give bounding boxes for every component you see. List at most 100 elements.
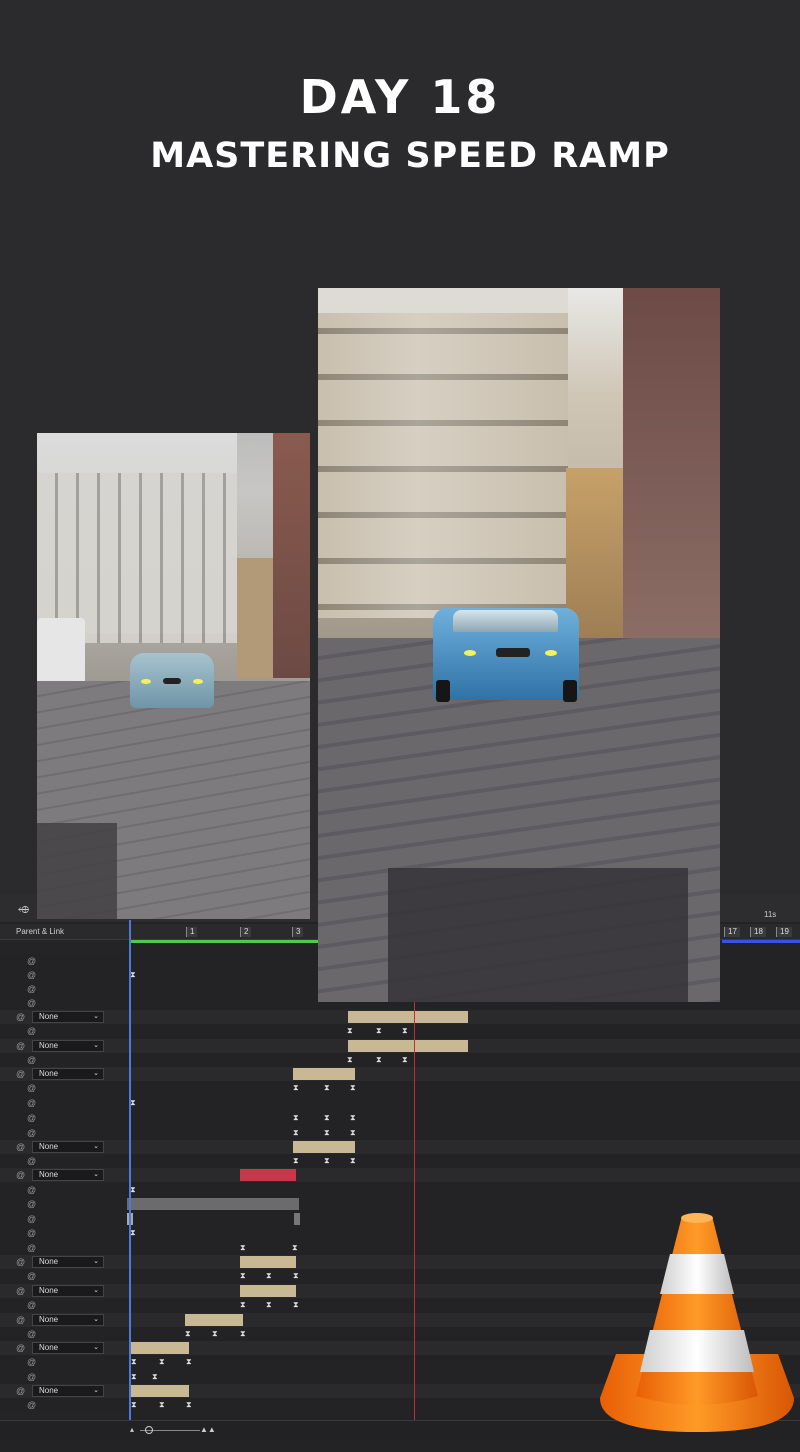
layer-clip-bar[interactable] — [240, 1285, 296, 1297]
layer-row[interactable]: @ None ⌄ — [0, 1168, 800, 1182]
keyframe-icon[interactable]: ⧗ — [186, 1398, 192, 1412]
keyframe-icon[interactable]: ⧗ — [347, 1053, 353, 1067]
pick-whip-icon[interactable]: @ — [27, 1197, 36, 1211]
layer-clip-bar[interactable] — [127, 1198, 299, 1210]
pick-whip-icon[interactable]: @ — [27, 1298, 36, 1312]
layer-row[interactable]: @ ⧗ ⧗ ⧗ — [0, 1053, 800, 1067]
keyframe-icon[interactable]: ⧗ — [350, 1154, 356, 1168]
pick-whip-icon[interactable]: @ — [27, 1398, 36, 1412]
layer-row[interactable]: @ ⧗ ⧗ ⧗ — [0, 1024, 800, 1038]
layer-clip-bar[interactable] — [348, 1040, 468, 1052]
marker-3[interactable]: 3 — [292, 927, 304, 937]
pick-whip-icon[interactable]: @ — [16, 1010, 25, 1024]
keyframe-icon[interactable]: ⧗ — [324, 1126, 330, 1140]
pick-whip-icon[interactable]: @ — [27, 968, 36, 982]
keyframe-icon[interactable]: ⧗ — [240, 1298, 246, 1312]
keyframe-icon[interactable]: ⧗ — [376, 1053, 382, 1067]
layer-clip-bar[interactable] — [185, 1314, 243, 1326]
layer-clip-bar[interactable] — [240, 1256, 296, 1268]
pick-whip-icon[interactable]: @ — [27, 954, 36, 968]
keyframe-icon[interactable]: ⧗ — [266, 1298, 272, 1312]
pick-whip-icon[interactable]: @ — [27, 1370, 36, 1384]
pick-whip-icon[interactable]: @ — [27, 1053, 36, 1067]
pick-whip-icon[interactable]: @ — [27, 1327, 36, 1341]
layer-clip-bar[interactable] — [348, 1011, 468, 1023]
parent-select[interactable]: None ⌄ — [32, 1256, 104, 1268]
pick-whip-icon[interactable]: @ — [16, 1039, 25, 1053]
keyframe-icon[interactable]: ⧗ — [350, 1126, 356, 1140]
keyframe-icon[interactable]: ⧗ — [324, 1154, 330, 1168]
keyframe-icon[interactable]: ⧗ — [293, 1298, 299, 1312]
pick-whip-icon[interactable]: @ — [27, 1024, 36, 1038]
keyframe-icon[interactable]: ⧗ — [240, 1269, 246, 1283]
pick-whip-icon[interactable]: @ — [16, 1255, 25, 1269]
keyframe-icon[interactable]: ⧗ — [324, 1111, 330, 1125]
pick-whip-icon[interactable]: @ — [27, 1355, 36, 1369]
marker-18[interactable]: 18 — [750, 927, 766, 937]
parent-select[interactable]: None ⌄ — [32, 1068, 104, 1080]
pick-whip-icon[interactable]: @ — [16, 1384, 25, 1398]
keyframe-icon[interactable]: ⧗ — [266, 1269, 272, 1283]
pick-whip-icon[interactable]: @ — [27, 1154, 36, 1168]
layer-row[interactable]: @ ⧗ — [0, 1096, 800, 1110]
keyframe-icon[interactable]: ⧗ — [131, 1398, 137, 1412]
keyframe-icon[interactable]: ⧗ — [212, 1327, 218, 1341]
keyframe-icon[interactable]: ⧗ — [402, 1024, 408, 1038]
pick-whip-icon[interactable]: @ — [27, 1096, 36, 1110]
keyframe-icon[interactable]: ⧗ — [347, 1024, 353, 1038]
marker-17[interactable]: 17 — [724, 927, 740, 937]
keyframe-icon[interactable]: ⧗ — [240, 1241, 246, 1255]
keyframe-icon[interactable]: ⧗ — [185, 1327, 191, 1341]
parent-select[interactable]: None ⌄ — [32, 1169, 104, 1181]
layer-row[interactable]: @ ⧗ ⧗ ⧗ — [0, 1154, 800, 1168]
pick-whip-icon[interactable]: @ — [27, 1183, 36, 1197]
keyframe-icon[interactable]: ⧗ — [240, 1327, 246, 1341]
layer-row[interactable]: @ ⧗ ⧗ ⧗ — [0, 1126, 800, 1140]
keyframe-icon[interactable]: ⧗ — [350, 1081, 356, 1095]
zoom-in-icon[interactable]: ▲▲ — [200, 1425, 216, 1434]
pick-whip-icon[interactable]: @ — [16, 1067, 25, 1081]
keyframe-icon[interactable]: ⧗ — [293, 1269, 299, 1283]
pick-whip-icon[interactable]: @ — [27, 1081, 36, 1095]
pick-whip-icon[interactable]: @ — [27, 1126, 36, 1140]
work-area-bar[interactable] — [130, 940, 320, 943]
keyframe-icon[interactable]: ⧗ — [292, 1241, 298, 1255]
layer-row[interactable]: @ ⧗ ⧗ ⧗ — [0, 1081, 800, 1095]
layer-row[interactable]: @ None ⌄ — [0, 1067, 800, 1081]
keyframe-icon[interactable]: ⧗ — [293, 1154, 299, 1168]
layer-clip-bar[interactable] — [293, 1141, 355, 1153]
pick-whip-icon[interactable]: @ — [16, 1341, 25, 1355]
parent-select[interactable]: None ⌄ — [32, 1285, 104, 1297]
marker-19[interactable]: 19 — [776, 927, 792, 937]
pick-whip-icon[interactable]: @ — [27, 1226, 36, 1240]
pick-whip-icon[interactable]: @ — [16, 1168, 25, 1182]
layer-row[interactable]: @ None ⌄ — [0, 1010, 800, 1024]
parent-select[interactable]: None ⌄ — [32, 1011, 104, 1023]
marker-2[interactable]: 2 — [240, 927, 252, 937]
parent-select[interactable]: None ⌄ — [32, 1314, 104, 1326]
layer-clip-bar[interactable] — [240, 1169, 296, 1181]
keyframe-icon[interactable]: ⧗ — [159, 1355, 165, 1369]
pick-whip-icon[interactable]: @ — [27, 1111, 36, 1125]
keyframe-icon[interactable]: ⧗ — [293, 1111, 299, 1125]
keyframe-icon[interactable]: ⧗ — [186, 1355, 192, 1369]
pick-whip-icon[interactable]: @ — [27, 1269, 36, 1283]
layer-row[interactable]: @ ⧗ — [0, 1183, 800, 1197]
playhead-line[interactable] — [129, 920, 131, 1420]
parent-select[interactable]: None ⌄ — [32, 1040, 104, 1052]
zoom-slider-handle[interactable] — [145, 1426, 153, 1434]
parent-select[interactable]: None ⌄ — [32, 1342, 104, 1354]
pick-whip-icon[interactable]: @ — [27, 996, 36, 1010]
keyframe-icon[interactable]: ⧗ — [324, 1081, 330, 1095]
work-area-end-bar[interactable] — [722, 940, 800, 943]
keyframe-icon[interactable]: ⧗ — [350, 1111, 356, 1125]
parent-select[interactable]: None ⌄ — [32, 1385, 104, 1397]
keyframe-icon[interactable]: ⧗ — [131, 1355, 137, 1369]
pick-whip-icon[interactable]: @ — [27, 1241, 36, 1255]
layer-row[interactable]: @ None ⌄ — [0, 1140, 800, 1154]
layer-clip-bar[interactable] — [131, 1342, 189, 1354]
zoom-out-icon[interactable]: ▴ — [130, 1425, 134, 1434]
layer-clip-bar[interactable] — [293, 1068, 355, 1080]
marker-1[interactable]: 1 — [186, 927, 198, 937]
keyframe-icon[interactable]: ⧗ — [376, 1024, 382, 1038]
